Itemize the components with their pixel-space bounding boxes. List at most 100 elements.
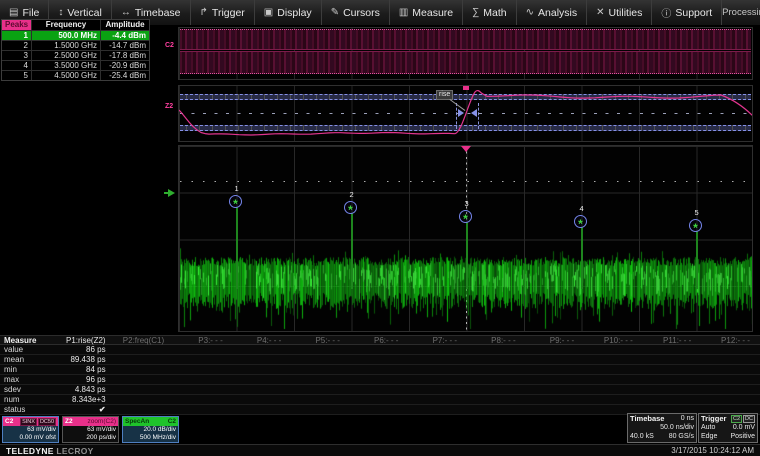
z2-descriptor-box[interactable]: Z2 zoom(C2) 63 mV/div 200 ps/div xyxy=(62,416,119,443)
spectrum-level-marker-icon[interactable] xyxy=(168,189,175,197)
c2-waveform-grid[interactable] xyxy=(178,27,753,80)
measure-value-p1: 84 ps xyxy=(57,365,116,374)
c2-channel-indicator[interactable]: C2 xyxy=(165,42,174,49)
c2-descriptor-header: C2 SINXDC50 xyxy=(3,417,58,426)
menu-item-trigger[interactable]: ↱Trigger xyxy=(191,0,255,25)
timebase-title: Timebase xyxy=(630,414,664,423)
measure-column-header[interactable]: P11:- - - xyxy=(643,336,702,345)
menu-item-label: Vertical xyxy=(67,7,101,19)
spectrum-peak-marker: * xyxy=(459,210,472,223)
footer-bar: TELEDYNE LECROY 3/17/2015 10:24:12 AM xyxy=(0,444,760,456)
measure-column-header[interactable]: P5:- - - xyxy=(291,336,350,345)
measure-column-header[interactable]: P10:- - - xyxy=(584,336,643,345)
measure-row: max96 ps xyxy=(0,375,760,385)
peak-asterisk-icon: * xyxy=(348,204,353,216)
vertical-icon: ↕ xyxy=(58,7,63,18)
peak-number: 1 xyxy=(2,31,32,40)
trigger-slope: Positive xyxy=(730,432,755,441)
rise-cursor-left[interactable] xyxy=(456,103,457,129)
peak-asterisk-icon: * xyxy=(233,198,238,210)
menu-item-label: Display xyxy=(277,7,311,19)
spectrum-peak-spike xyxy=(696,231,698,289)
peaks-table-row[interactable]: 32.5000 GHz-17.8 dBm xyxy=(2,50,149,60)
trigger-badges: C2DC xyxy=(731,415,755,423)
oscilloscope-screen: ▤File↕Vertical↔Timebase↱Trigger▣Display✎… xyxy=(0,0,760,456)
peaks-table-header: Peaks Frequency Amplitude xyxy=(2,20,149,30)
z2-trace-svg xyxy=(179,86,753,142)
measure-corner-label: Measure xyxy=(0,336,57,345)
measure-column-header[interactable]: P3:- - - xyxy=(174,336,233,345)
peak-asterisk-icon: * xyxy=(578,218,583,230)
menu-item-label: Measure xyxy=(412,7,453,19)
measure-value-p1: ✔ xyxy=(57,405,116,414)
timebase-box[interactable]: Timebase 0 ns 50.0 ns/div 40.0 kS 80 GS/… xyxy=(627,413,697,443)
z2-zoom-grid[interactable]: rise xyxy=(178,85,753,142)
menu-item-measure[interactable]: ▥Measure xyxy=(390,0,463,25)
peak-amplitude: -17.8 dBm xyxy=(101,51,149,60)
c2-descriptor-box[interactable]: C2 SINXDC50 63 mV/div 0.00 mV ofst xyxy=(2,416,59,443)
c2-offset: 0.00 mV ofst xyxy=(3,434,58,442)
peak-frequency: 4.5000 GHz xyxy=(32,71,101,80)
spectrum-peak-spike xyxy=(466,222,468,289)
specan-hscale: 500 MHz/div xyxy=(123,434,178,442)
menu-item-cursors[interactable]: ✎Cursors xyxy=(322,0,390,25)
trigger-box[interactable]: Trigger C2DC Auto 0.0 mV Edge Positive xyxy=(698,413,758,443)
measure-column-header[interactable]: P8:- - - xyxy=(467,336,526,345)
spectrum-peak-spike xyxy=(351,213,353,289)
peak-amplitude: -4.4 dBm xyxy=(101,31,149,40)
rise-cursor-right[interactable] xyxy=(478,103,479,129)
measure-row-label: min xyxy=(0,365,57,374)
menu-item-display[interactable]: ▣ Display xyxy=(255,0,322,25)
spectrum-peak-spike xyxy=(581,227,583,289)
measure-column-header[interactable]: P2:freq(C1) xyxy=(116,336,175,345)
file-icon: ▤ xyxy=(9,7,18,18)
peaks-table-row[interactable]: 21.5000 GHz-14.7 dBm xyxy=(2,40,149,50)
peaks-table-row[interactable]: 1500.0 MHz-4.4 dBm xyxy=(2,30,149,40)
trigger-type: Edge xyxy=(701,432,717,441)
rise-arrow-right-icon xyxy=(471,109,477,117)
menu-item-utilities[interactable]: ✕Utilities xyxy=(587,0,652,25)
menu-item-label: Trigger xyxy=(212,7,245,19)
measure-column-header[interactable]: P4:- - - xyxy=(233,336,292,345)
spectrum-peak-marker: * xyxy=(689,219,702,232)
specan-vscale: 20.0 dB/div xyxy=(123,426,178,434)
peaks-header-label[interactable]: Peaks xyxy=(2,20,32,30)
amplitude-header-label: Amplitude xyxy=(101,20,149,30)
peak-frequency: 2.5000 GHz xyxy=(32,51,101,60)
spectrum-grid[interactable]: *1*2*3*4*5 xyxy=(178,145,753,332)
measure-row-label: sdev xyxy=(0,385,57,394)
peaks-table-row[interactable]: 54.5000 GHz-25.4 dBm xyxy=(2,70,149,80)
measure-column-header[interactable]: P6:- - - xyxy=(350,336,409,345)
measure-column-header[interactable]: P12:- - - xyxy=(701,336,760,345)
math-icon: ∑ xyxy=(472,7,479,18)
menu-item-math[interactable]: ∑Math xyxy=(463,0,516,25)
c2-badges: SINXDC50 xyxy=(20,418,56,426)
measure-row: sdev4.843 ps xyxy=(0,385,760,395)
z2-channel-indicator[interactable]: Z2 xyxy=(165,103,173,110)
menu-item-analysis[interactable]: ∿Analysis xyxy=(517,0,588,25)
measure-row: value86 ps xyxy=(0,345,760,355)
z2-descriptor-header: Z2 zoom(C2) xyxy=(63,417,118,426)
brand-teledyne: TELEDYNE xyxy=(6,446,54,456)
measure-header-cols: P1:rise(Z2)P2:freq(C1)P3:- - -P4:- - -P5… xyxy=(57,336,760,345)
display-icon: ▣ xyxy=(264,7,273,18)
peaks-table-row[interactable]: 43.5000 GHz-20.9 dBm xyxy=(2,60,149,70)
processing-label: Processing: xyxy=(722,7,760,18)
measure-value-p1: 89.438 ps xyxy=(57,355,116,364)
trigger-position-marker[interactable] xyxy=(463,86,469,90)
specan-descriptor-box[interactable]: SpecAn C2 20.0 dB/div 500 MHz/div xyxy=(122,416,179,443)
measure-column-header[interactable]: P9:- - - xyxy=(526,336,585,345)
measure-row-label: num xyxy=(0,395,57,404)
measure-row-label: status xyxy=(0,405,57,414)
measure-row: num8.343e+3 xyxy=(0,395,760,405)
spectrum-peak-number: 4 xyxy=(580,204,584,213)
spectrum-peak-number: 2 xyxy=(350,190,354,199)
measure-value-p1: 4.843 ps xyxy=(57,385,116,394)
spectrum-peak-spike xyxy=(236,207,238,289)
measure-column-header[interactable]: P1:rise(Z2) xyxy=(57,336,116,345)
specan-source: C2 xyxy=(168,418,176,426)
channel-descriptors: C2 SINXDC50 63 mV/div 0.00 mV ofst Z2 zo… xyxy=(2,416,179,443)
measure-row: mean89.438 ps xyxy=(0,355,760,365)
menu-item-support[interactable]: ⓘSupport xyxy=(652,0,722,25)
measure-column-header[interactable]: P7:- - - xyxy=(408,336,467,345)
